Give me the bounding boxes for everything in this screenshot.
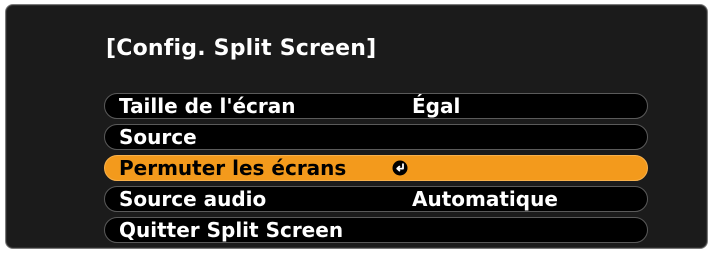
menu-item-value: Égal (412, 94, 461, 118)
menu-item-label: Taille de l'écran (119, 94, 296, 118)
menu-item-quitter-split-screen[interactable]: Quitter Split Screen (104, 217, 648, 243)
menu-item-label: Quitter Split Screen (119, 218, 344, 242)
split-screen-config-panel: [Config. Split Screen] Taille de l'écran… (5, 4, 708, 249)
menu-item-label: Permuter les écrans (119, 156, 347, 180)
menu-title: [Config. Split Screen] (106, 36, 377, 61)
enter-icon (392, 160, 408, 176)
menu-item-taille-ecran[interactable]: Taille de l'écran Égal (104, 93, 648, 119)
menu-item-label: Source audio (119, 187, 267, 211)
menu-item-value: Automatique (412, 187, 558, 211)
menu-item-label: Source (119, 125, 197, 149)
menu-list: Taille de l'écran Égal Source Permuter l… (104, 93, 648, 248)
menu-item-permuter-ecrans[interactable]: Permuter les écrans (104, 155, 648, 181)
menu-item-source-audio[interactable]: Source audio Automatique (104, 186, 648, 212)
menu-item-source[interactable]: Source (104, 124, 648, 150)
